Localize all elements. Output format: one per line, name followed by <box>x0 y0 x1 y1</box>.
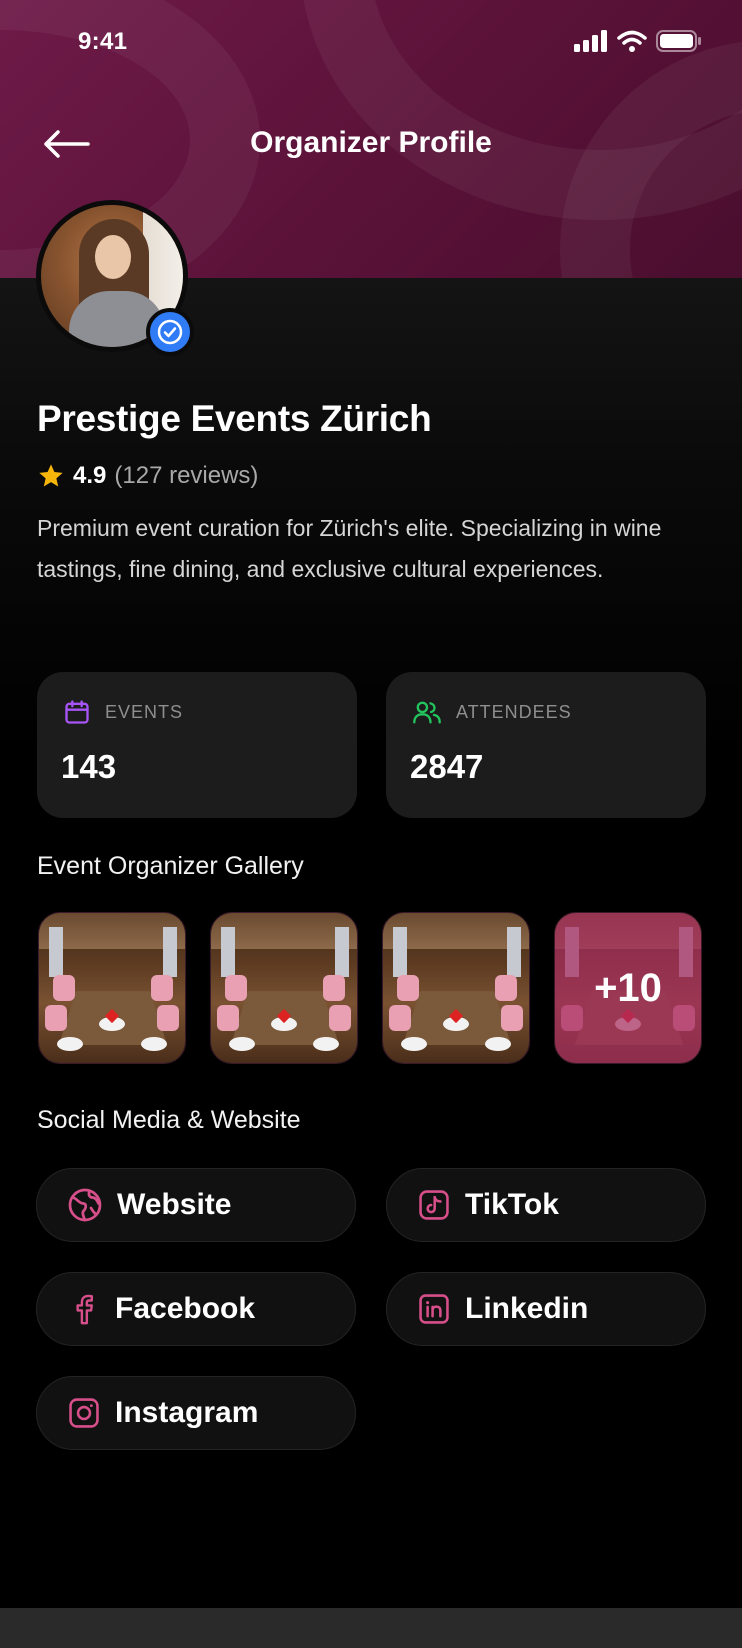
gallery-title: Event Organizer Gallery <box>37 852 304 880</box>
tiktok-button[interactable]: TikTok <box>386 1168 706 1242</box>
gallery-more-count: +10 <box>555 913 701 1063</box>
organizer-name: Prestige Events Zürich <box>37 398 432 439</box>
gallery-thumbnail[interactable] <box>38 912 186 1064</box>
check-circle-icon <box>157 319 183 345</box>
stat-value-events: 143 <box>61 748 117 785</box>
tiktok-label: TikTok <box>465 1188 559 1221</box>
instagram-button[interactable]: Instagram <box>36 1376 356 1450</box>
page-title: Organizer Profile <box>250 126 492 159</box>
status-icons <box>574 30 702 52</box>
stat-card-attendees: ATTENDEES 2847 <box>386 672 706 818</box>
gallery-more-button[interactable]: +10 <box>554 912 702 1064</box>
gallery-thumbnail[interactable] <box>382 912 530 1064</box>
rating-row: 4.9 (127 reviews) <box>37 462 258 490</box>
restaurant-photo <box>39 913 185 1063</box>
instagram-label: Instagram <box>115 1396 259 1429</box>
tiktok-icon <box>419 1190 449 1220</box>
website-label: Website <box>117 1188 232 1221</box>
stat-label-events: EVENTS <box>105 701 184 722</box>
gallery-thumbnail[interactable] <box>210 912 358 1064</box>
status-bar: 9:41 <box>0 0 742 88</box>
facebook-button[interactable]: Facebook <box>36 1272 356 1346</box>
wifi-icon <box>617 30 647 52</box>
website-button[interactable]: Website <box>36 1168 356 1242</box>
star-icon <box>39 464 63 487</box>
status-time: 9:41 <box>78 28 128 55</box>
calendar-icon <box>65 700 89 724</box>
stat-card-events: EVENTS 143 <box>37 672 357 818</box>
facebook-icon <box>76 1294 93 1325</box>
linkedin-button[interactable]: Linkedin <box>386 1272 706 1346</box>
users-icon <box>413 701 441 724</box>
stat-label-attendees: ATTENDEES <box>456 701 572 722</box>
organizer-description: Premium event curation for Zürich's elit… <box>37 515 662 582</box>
globe-icon <box>68 1188 102 1222</box>
verified-badge <box>146 308 194 356</box>
battery-icon <box>656 30 701 52</box>
rating-score: 4.9 <box>73 462 107 489</box>
signal-icon <box>574 30 607 52</box>
stat-value-attendees: 2847 <box>410 748 484 785</box>
facebook-label: Facebook <box>115 1292 256 1325</box>
restaurant-photo <box>211 913 357 1063</box>
instagram-icon <box>69 1398 99 1428</box>
linkedin-icon <box>419 1294 449 1324</box>
nav-bar: Organizer Profile <box>0 110 742 180</box>
review-count[interactable]: (127 reviews) <box>114 462 258 490</box>
bottom-bar <box>0 1608 742 1648</box>
organizer-avatar-wrap <box>36 200 194 356</box>
social-title: Social Media & Website <box>37 1106 301 1134</box>
linkedin-label: Linkedin <box>465 1292 589 1325</box>
restaurant-photo <box>383 913 529 1063</box>
